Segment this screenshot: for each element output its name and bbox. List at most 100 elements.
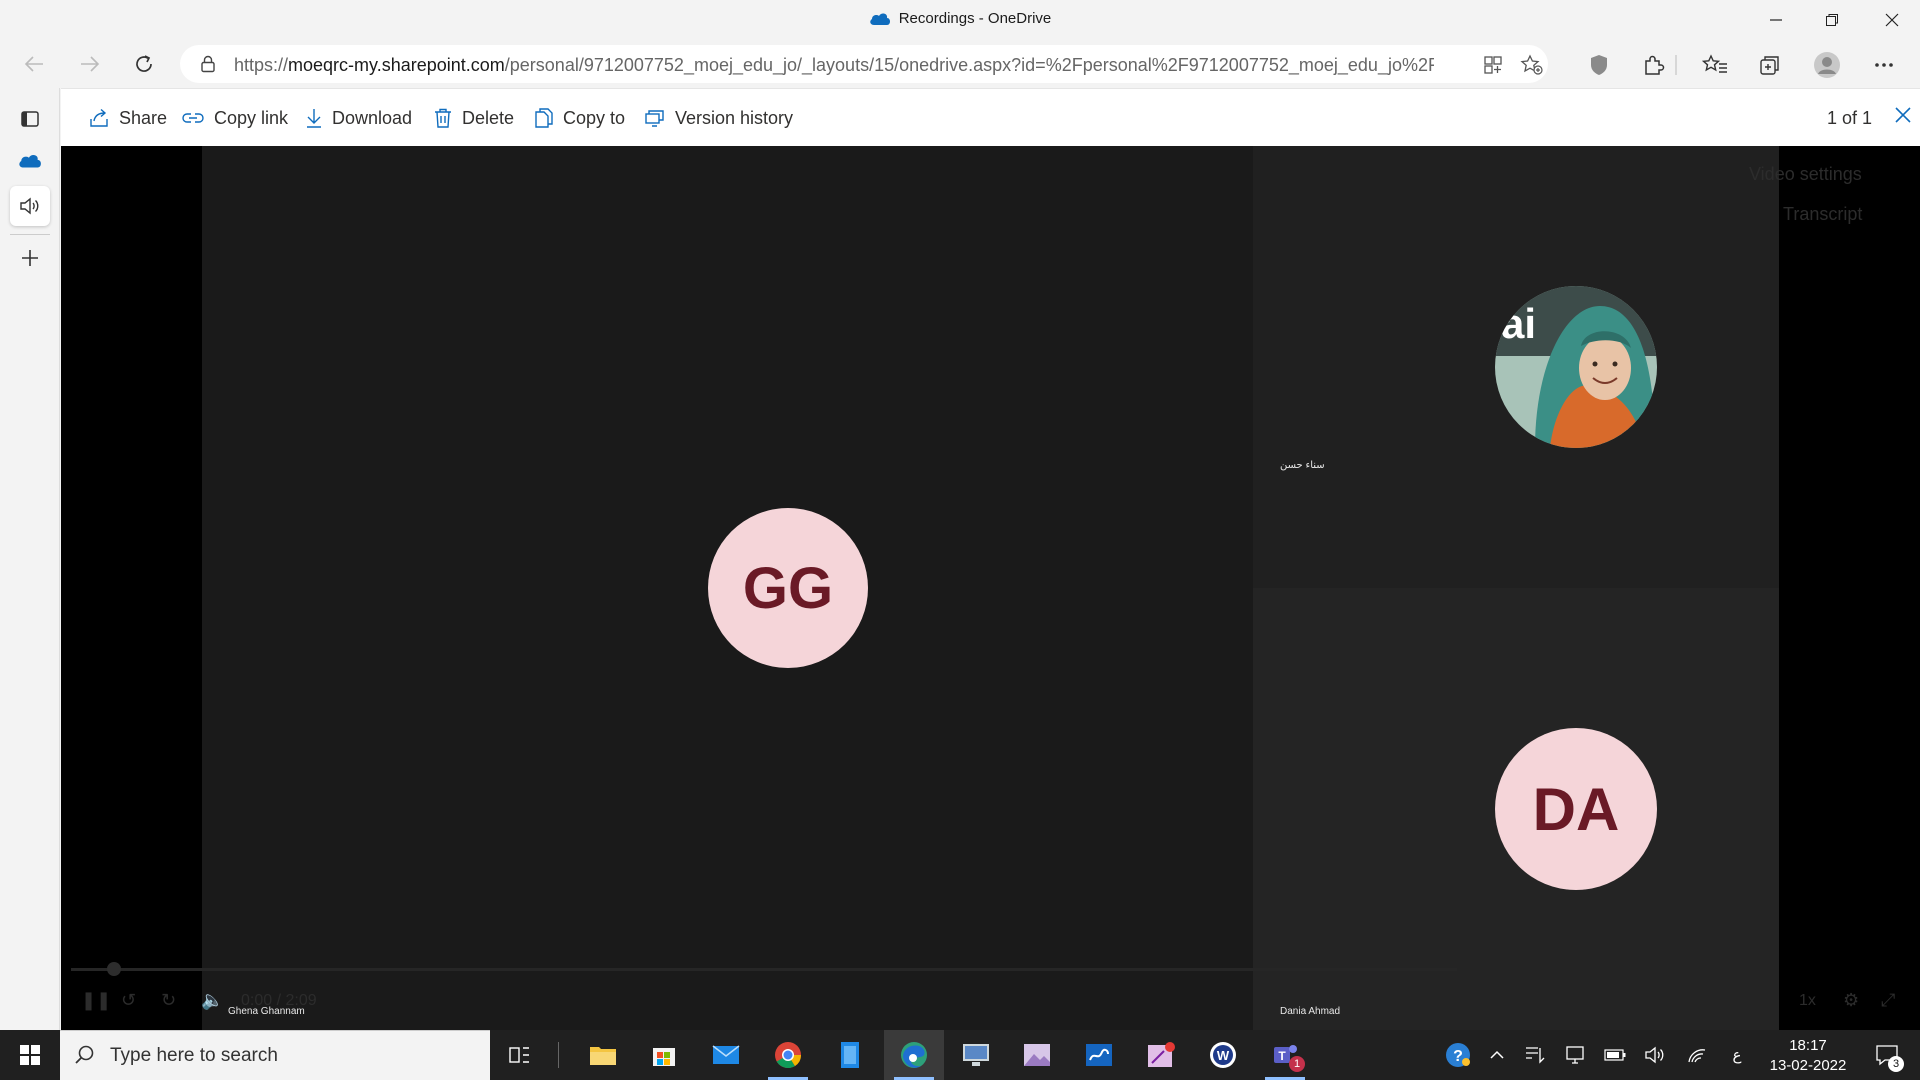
teams-app[interactable]: T 1 (1255, 1030, 1315, 1080)
share-button[interactable]: Share (89, 106, 167, 130)
edge-icon (901, 1042, 927, 1068)
photos-app[interactable] (1007, 1030, 1067, 1080)
seek-handle[interactable] (107, 962, 121, 976)
chrome-app[interactable] (758, 1030, 818, 1080)
participant-avatar: DA (1495, 728, 1657, 890)
lock-icon[interactable] (200, 55, 216, 78)
file-explorer-app[interactable] (573, 1030, 633, 1080)
notification-badge: 1 (1289, 1056, 1305, 1072)
version-history-button[interactable]: Version history (645, 106, 793, 130)
help-icon[interactable]: ? (1440, 1030, 1476, 1080)
refresh-button[interactable] (124, 46, 164, 82)
task-view-icon (509, 1047, 529, 1063)
video-settings-button[interactable]: Video settings (1749, 164, 1862, 185)
download-button[interactable]: Download (306, 106, 412, 130)
sidebar-divider (10, 234, 50, 235)
mail-icon (712, 1045, 740, 1064)
monitor-icon (963, 1044, 989, 1066)
video-player[interactable]: GG Ghena Ghannam ai سناء حسن DA Dania Ah… (61, 146, 1920, 1030)
share-icon (90, 108, 108, 127)
seek-bar[interactable] (71, 962, 1457, 976)
restore-button[interactable] (1804, 0, 1860, 40)
link-icon (182, 113, 204, 123)
keyboard-icon[interactable] (1520, 1030, 1550, 1080)
minimize-button[interactable] (1748, 0, 1804, 40)
tab-actions-icon[interactable] (10, 99, 50, 139)
play-pause-button[interactable]: ❚❚ (81, 990, 111, 1011)
svg-text:W: W (1217, 1048, 1230, 1063)
forward-button[interactable] (70, 46, 110, 82)
participant-name: سناء حسن (1280, 460, 1325, 471)
profile-avatar[interactable] (1812, 50, 1842, 80)
collections-icon[interactable] (1755, 50, 1785, 80)
copy-to-button[interactable]: Copy to (535, 106, 625, 130)
window-title: Recordings - OneDrive (0, 10, 1920, 30)
display-icon[interactable] (1560, 1030, 1590, 1080)
task-view-button[interactable] (490, 1030, 550, 1080)
copy-link-label: Copy link (214, 107, 289, 128)
search-icon (74, 1044, 96, 1071)
copy-link-button[interactable]: Copy link (182, 106, 288, 130)
window-title-text: Recordings - OneDrive (898, 10, 1052, 27)
rewind-icon[interactable]: ↺ (121, 990, 136, 1011)
transcript-label: Transcript (1783, 204, 1863, 224)
browser-toolbar: https://moeqrc-my.sharepoint.com/persona… (0, 40, 1920, 88)
notification-center-icon[interactable]: 3 (1864, 1030, 1910, 1080)
whiteboard-app[interactable] (1069, 1030, 1129, 1080)
svg-text:ai: ai (1501, 300, 1536, 347)
delete-label: Delete (462, 107, 515, 128)
participant-tile-2: ai سناء حسن (1253, 146, 1779, 588)
url-text[interactable]: https://moeqrc-my.sharepoint.com/persona… (234, 55, 1434, 76)
more-options-icon[interactable] (1869, 50, 1899, 80)
extensions-icon[interactable] (1639, 50, 1669, 80)
favorites-icon[interactable] (1700, 50, 1730, 80)
start-button[interactable] (0, 1030, 60, 1080)
remote-desktop-app[interactable] (946, 1030, 1006, 1080)
tracking-prevention-icon[interactable] (1584, 50, 1614, 80)
close-window-button[interactable] (1864, 0, 1920, 40)
address-bar[interactable]: https://moeqrc-my.sharepoint.com/persona… (180, 45, 1548, 83)
app-available-icon[interactable] (1482, 54, 1504, 76)
version-history-icon (645, 110, 664, 127)
notepad-app[interactable] (820, 1030, 880, 1080)
mail-app[interactable] (696, 1030, 756, 1080)
add-favorite-icon[interactable] (1520, 54, 1543, 76)
system-clock[interactable]: 18:17 13-02-2022 (1760, 1036, 1856, 1076)
word-app[interactable]: W (1193, 1030, 1253, 1080)
download-label: Download (332, 107, 413, 128)
viewer-command-bar: Share Copy link Download Delete Copy to … (61, 88, 1920, 146)
onedrive-icon[interactable] (10, 141, 50, 181)
whiteboard-icon (1086, 1044, 1112, 1066)
notification-count: 3 (1888, 1056, 1904, 1072)
volume-icon[interactable]: 🔈 (201, 990, 223, 1011)
windows-logo-icon (20, 1045, 40, 1065)
chevron-up-icon[interactable] (1482, 1030, 1512, 1080)
close-icon (1895, 107, 1911, 123)
image-icon (1024, 1044, 1050, 1066)
transcript-button[interactable]: Transcript (1783, 204, 1862, 225)
close-viewer-button[interactable] (1893, 105, 1913, 130)
microsoft-store-app[interactable] (634, 1030, 694, 1080)
time-display: 0:00 / 2:09 (241, 992, 317, 1009)
fullscreen-icon[interactable]: ⤢ (1881, 990, 1895, 1011)
onedrive-cloud-icon (869, 12, 891, 30)
search-placeholder: Type here to search (110, 1045, 278, 1066)
back-button[interactable] (14, 46, 54, 82)
edge-app[interactable] (884, 1030, 944, 1080)
input-language-indicator[interactable]: ع (1722, 1030, 1752, 1080)
svg-text:T: T (1278, 1049, 1286, 1063)
playback-speed-button[interactable]: 1x (1799, 992, 1816, 1010)
delete-button[interactable]: Delete (434, 106, 514, 130)
audio-playing-icon[interactable] (10, 186, 50, 226)
battery-icon[interactable] (1600, 1030, 1630, 1080)
participant-tile-main: GG Ghena Ghannam (202, 146, 1253, 1030)
add-sidebar-item-icon[interactable] (10, 238, 50, 278)
forward-skip-icon[interactable]: ↻ (161, 990, 176, 1011)
paint-app[interactable] (1131, 1030, 1191, 1080)
palette-icon (1148, 1042, 1175, 1067)
settings-gear-icon[interactable]: ⚙ (1843, 990, 1859, 1011)
wifi-icon[interactable] (1682, 1030, 1712, 1080)
version-history-label: Version history (675, 107, 794, 128)
speaker-icon[interactable] (1640, 1030, 1670, 1080)
taskbar-search-box[interactable]: Type here to search (60, 1030, 490, 1080)
